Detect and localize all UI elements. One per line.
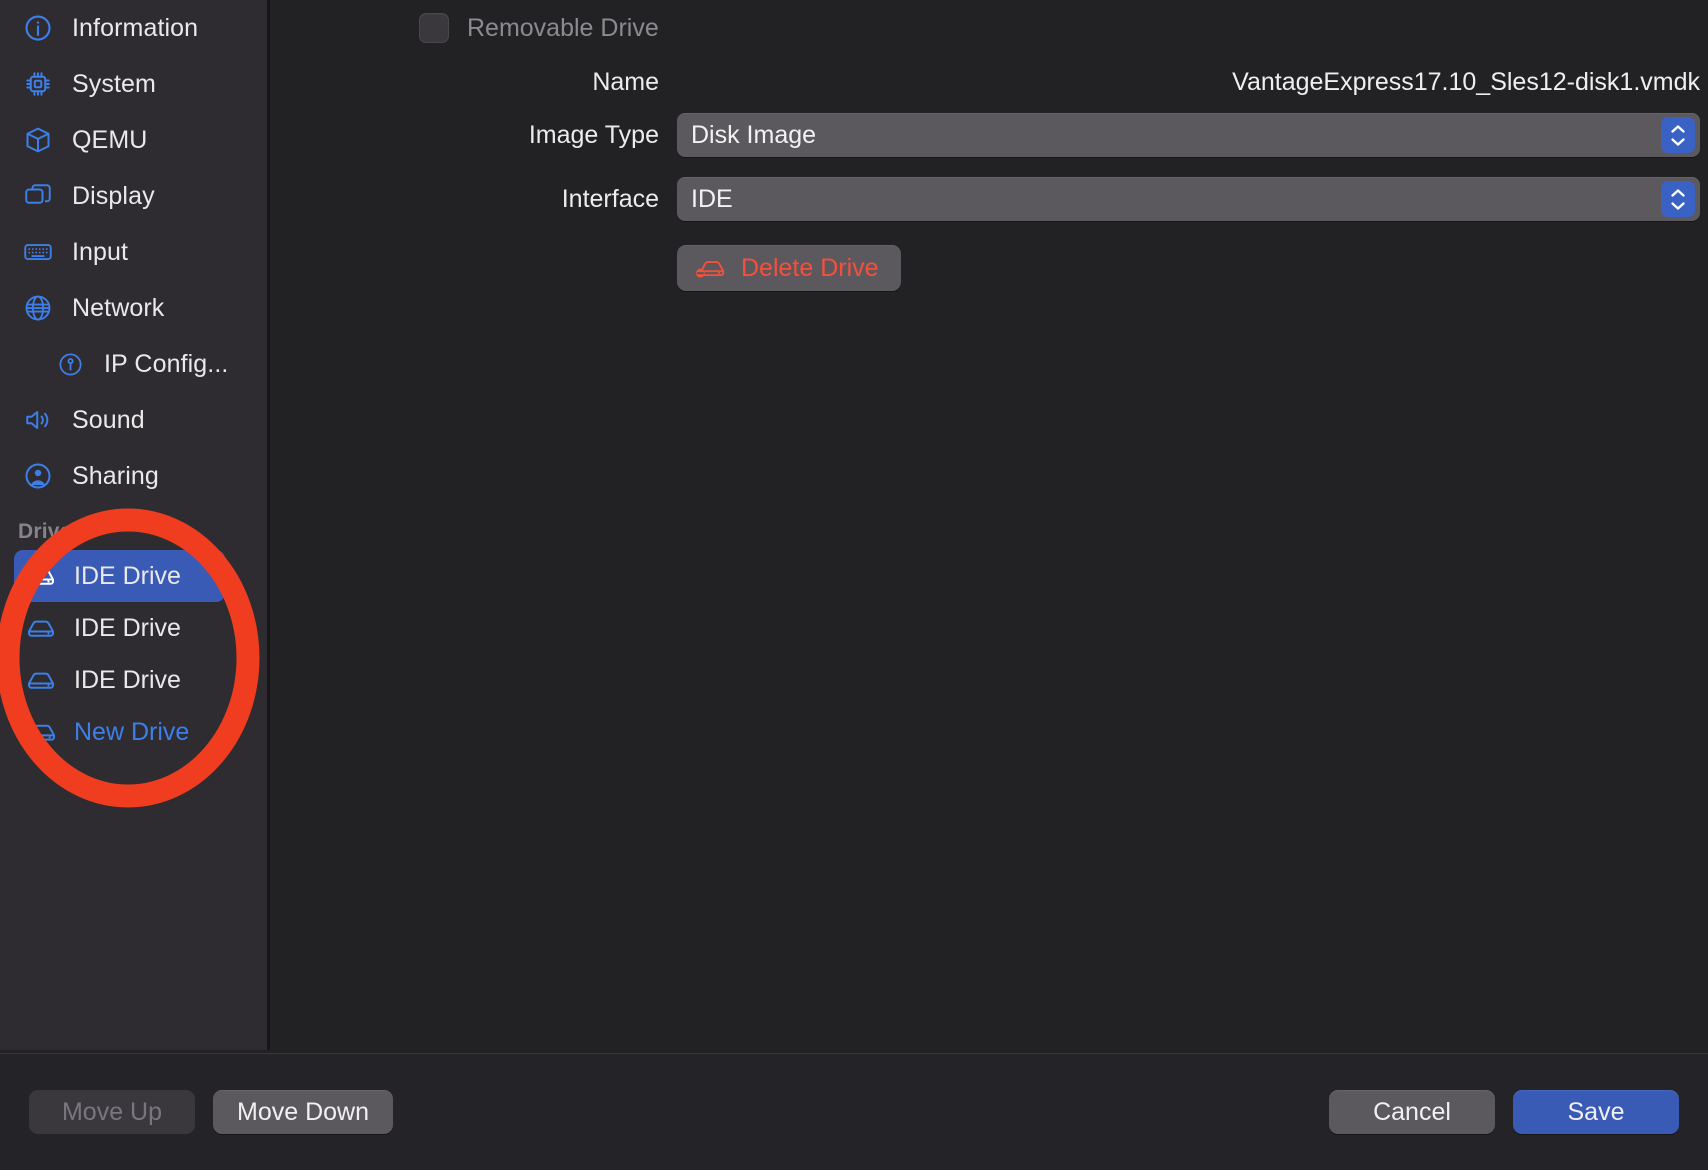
interface-select[interactable]: IDE xyxy=(677,177,1700,221)
drive-settings-panel: Removable Drive Name VantageExpress17.10… xyxy=(273,0,1708,1050)
hard-drive-plus-icon xyxy=(24,716,58,748)
sidebar-item-label: System xyxy=(72,70,156,99)
sidebar-item-label: QEMU xyxy=(72,126,147,155)
sidebar-item-ide-drive-2[interactable]: IDE Drive xyxy=(14,602,225,654)
drive-name-row: Name VantageExpress17.10_Sles12-disk1.vm… xyxy=(273,56,1708,108)
sidebar-item-qemu[interactable]: QEMU xyxy=(0,112,267,168)
sidebar-item-display[interactable]: Display xyxy=(0,168,267,224)
info-small-icon xyxy=(54,348,86,380)
sidebar-item-sharing[interactable]: Sharing xyxy=(0,448,267,504)
cpu-chip-icon xyxy=(22,68,54,100)
globe-icon xyxy=(22,292,54,324)
sidebar-item-information[interactable]: Information xyxy=(0,0,267,56)
sidebar-item-system[interactable]: System xyxy=(0,56,267,112)
sidebar-item-label: Sound xyxy=(72,406,145,435)
sidebar-item-new-drive[interactable]: New Drive xyxy=(14,706,225,758)
person-circle-icon xyxy=(22,460,54,492)
interface-row: Interface IDE xyxy=(273,172,1708,226)
cancel-button[interactable]: Cancel xyxy=(1329,1090,1495,1134)
drive-label: New Drive xyxy=(74,718,189,747)
chevron-up-down-icon[interactable] xyxy=(1661,117,1695,153)
sidebar-item-label: Sharing xyxy=(72,462,159,491)
sidebar-item-input[interactable]: Input xyxy=(0,224,267,280)
delete-drive-row: Delete Drive xyxy=(273,236,1708,300)
hard-drive-icon xyxy=(24,612,58,644)
vm-settings-window: Information System QEMU xyxy=(0,0,1708,1170)
drive-label: IDE Drive xyxy=(74,666,181,695)
sidebar-item-ide-drive-1[interactable]: IDE Drive xyxy=(14,550,225,602)
footer-right-buttons: Cancel Save xyxy=(1329,1090,1679,1134)
hard-drive-icon xyxy=(24,560,58,592)
image-type-value: Disk Image xyxy=(677,121,816,150)
interface-label: Interface xyxy=(273,185,677,214)
sidebar-item-label: Display xyxy=(72,182,155,211)
windows-stack-icon xyxy=(22,180,54,212)
delete-drive-label: Delete Drive xyxy=(741,254,879,283)
info-circle-icon xyxy=(22,12,54,44)
sidebar-item-ide-drive-3[interactable]: IDE Drive xyxy=(14,654,225,706)
hard-drive-minus-icon xyxy=(695,252,727,284)
keyboard-icon xyxy=(22,236,54,268)
chevron-up-down-icon[interactable] xyxy=(1661,181,1695,217)
save-button[interactable]: Save xyxy=(1513,1090,1679,1134)
footer-left-buttons: Move Up Move Down xyxy=(29,1090,393,1134)
image-type-label: Image Type xyxy=(273,121,677,150)
sidebar-item-label: Information xyxy=(72,14,198,43)
drive-label: IDE Drive xyxy=(74,614,181,643)
delete-drive-button[interactable]: Delete Drive xyxy=(677,245,901,291)
removable-drive-checkbox[interactable] xyxy=(419,13,449,43)
drives-section-header: Drives xyxy=(0,504,267,550)
sidebar-item-ip-config[interactable]: IP Config... xyxy=(0,336,267,392)
sidebar-item-label: Input xyxy=(72,238,128,267)
sidebar-item-network[interactable]: Network xyxy=(0,280,267,336)
drive-label: IDE Drive xyxy=(74,562,181,591)
hard-drive-icon xyxy=(24,664,58,696)
drive-name-value: VantageExpress17.10_Sles12-disk1.vmdk xyxy=(677,68,1708,97)
drive-name-label: Name xyxy=(273,68,677,97)
speaker-wave-icon xyxy=(22,404,54,436)
removable-drive-row: Removable Drive xyxy=(273,0,1708,56)
sidebar-item-label: IP Config... xyxy=(104,350,228,379)
image-type-select[interactable]: Disk Image xyxy=(677,113,1700,157)
image-type-row: Image Type Disk Image xyxy=(273,108,1708,162)
sidebar: Information System QEMU xyxy=(0,0,270,1050)
footer-bar: Move Up Move Down Cancel Save xyxy=(0,1053,1708,1170)
move-up-button[interactable]: Move Up xyxy=(29,1090,195,1134)
interface-value: IDE xyxy=(677,185,733,214)
package-cube-icon xyxy=(22,124,54,156)
removable-drive-label: Removable Drive xyxy=(467,14,659,43)
sidebar-item-sound[interactable]: Sound xyxy=(0,392,267,448)
sidebar-item-label: Network xyxy=(72,294,164,323)
move-down-button[interactable]: Move Down xyxy=(213,1090,393,1134)
